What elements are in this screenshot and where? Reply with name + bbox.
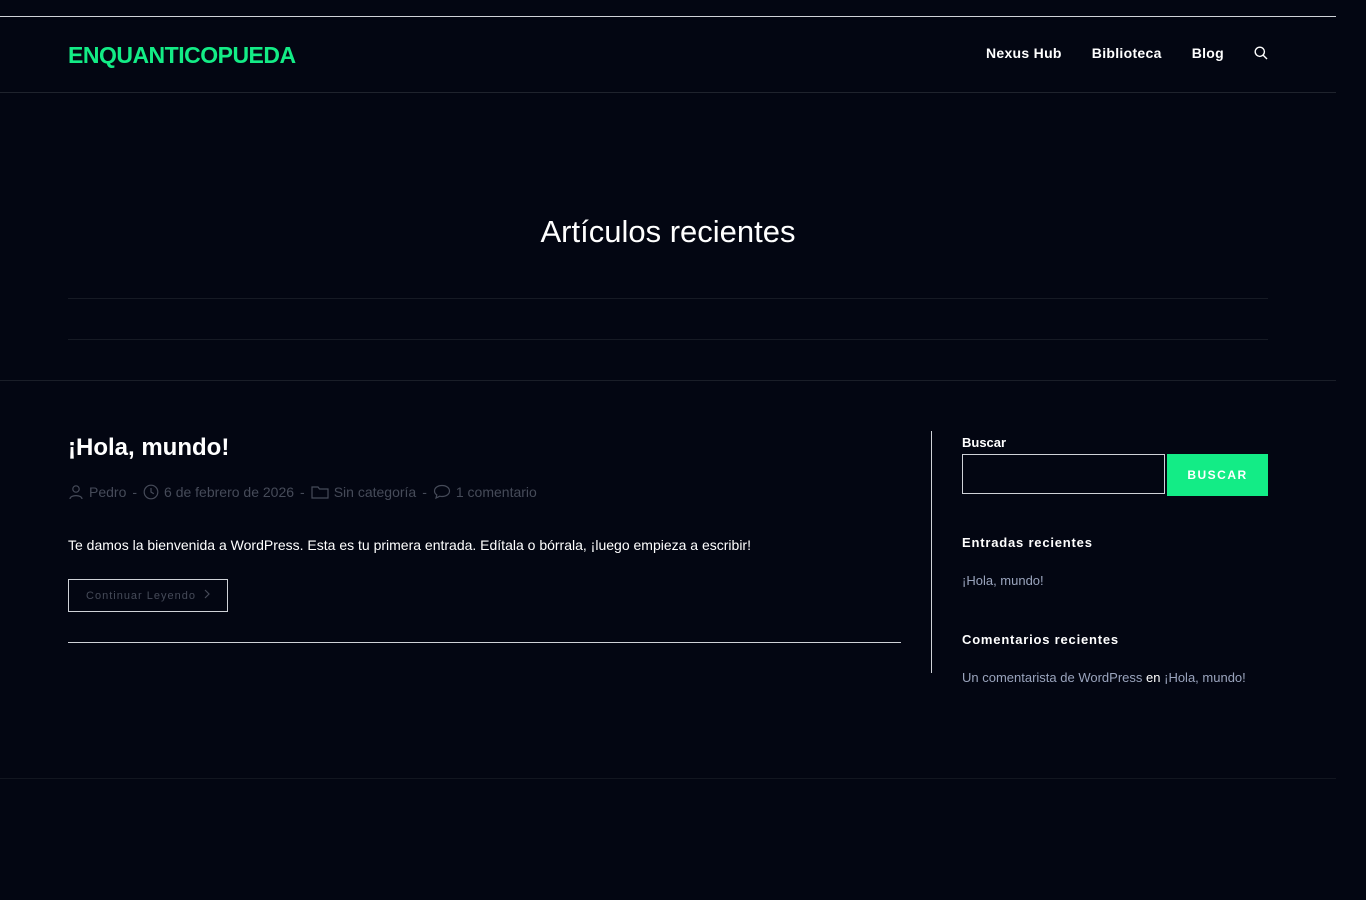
divider <box>68 339 1268 340</box>
clock-icon <box>143 484 159 500</box>
meta-separator: - <box>300 484 305 500</box>
comment-connector: en <box>1146 670 1161 685</box>
divider <box>0 380 1336 381</box>
search-button[interactable]: BUSCAR <box>1167 454 1268 496</box>
comment-author-link[interactable]: Un comentarista de WordPress <box>962 670 1142 685</box>
sidebar-divider <box>931 431 932 673</box>
recent-comments-heading: Comentarios recientes <box>962 632 1119 647</box>
user-icon <box>69 485 83 500</box>
continue-reading-label: Continuar Leyendo <box>86 589 196 602</box>
search-label: Buscar <box>962 435 1007 450</box>
post-date: 6 de febrero de 2026 <box>143 484 294 500</box>
search-input[interactable] <box>962 454 1165 494</box>
nav-item-biblioteca[interactable]: Biblioteca <box>1092 45 1162 61</box>
divider <box>68 298 1268 299</box>
nav-item-nexus-hub[interactable]: Nexus Hub <box>986 45 1062 61</box>
post-author-name[interactable]: Pedro <box>89 484 126 500</box>
site-logo[interactable]: ENQUANTICOPUEDA <box>68 42 296 69</box>
main-nav: Nexus Hub Biblioteca Blog <box>956 45 1268 61</box>
post-comments-text[interactable]: 1 comentario <box>456 484 537 500</box>
meta-separator: - <box>422 484 427 500</box>
comment-icon <box>433 484 450 500</box>
post-category: Sin categoría <box>311 484 417 500</box>
footer-divider <box>0 778 1336 779</box>
post-divider <box>68 642 901 643</box>
post-author: Pedro <box>68 484 126 500</box>
page-title: Artículos recientes <box>540 214 796 249</box>
post-title[interactable]: ¡Hola, mundo! <box>68 434 229 462</box>
post-excerpt: Te damos la bienvenida a WordPress. Esta… <box>68 537 751 553</box>
post-meta: Pedro - 6 de febrero de 2026 - Sin categ… <box>68 484 537 500</box>
post-comments: 1 comentario <box>433 484 537 500</box>
folder-icon <box>311 486 329 499</box>
comment-post-link[interactable]: ¡Hola, mundo! <box>1164 670 1246 685</box>
continue-reading-button[interactable]: Continuar Leyendo <box>68 579 228 612</box>
nav-item-blog[interactable]: Blog <box>1192 45 1224 61</box>
post-date-text: 6 de febrero de 2026 <box>164 484 295 500</box>
page-frame: ENQUANTICOPUEDA Nexus Hub Biblioteca Blo… <box>0 0 1336 900</box>
post-category-text[interactable]: Sin categoría <box>334 484 417 500</box>
chevron-right-icon <box>204 589 210 602</box>
recent-comment: Un comentarista de WordPress en ¡Hola, m… <box>962 670 1246 685</box>
recent-posts-heading: Entradas recientes <box>962 535 1093 550</box>
recent-post-link[interactable]: ¡Hola, mundo! <box>962 573 1044 588</box>
meta-separator: - <box>132 484 138 500</box>
search-icon[interactable] <box>1254 46 1268 60</box>
site-header: ENQUANTICOPUEDA Nexus Hub Biblioteca Blo… <box>0 17 1336 93</box>
